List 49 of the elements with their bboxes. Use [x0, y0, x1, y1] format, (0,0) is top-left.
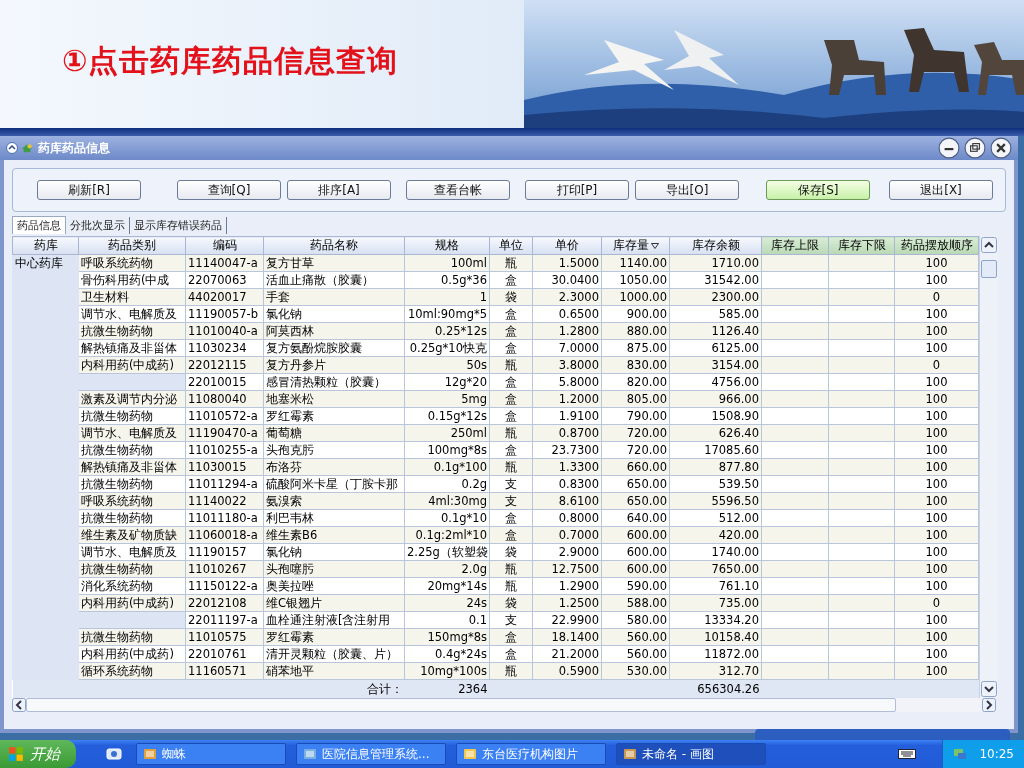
- scroll-up-icon[interactable]: [981, 237, 997, 253]
- scroll-left-icon[interactable]: [12, 698, 26, 712]
- window-icon: [303, 747, 317, 761]
- toolbar-button[interactable]: 保存[S]: [766, 180, 870, 200]
- taskbar-button[interactable]: 医院信息管理系统...: [296, 743, 446, 765]
- window-title: 药库药品信息: [38, 139, 110, 157]
- window-icon: [463, 747, 477, 761]
- column-header[interactable]: 库存下限: [828, 236, 895, 255]
- taskbar-button[interactable]: 蜘蛛: [136, 743, 286, 765]
- close-button[interactable]: [990, 137, 1012, 159]
- scroll-right-icon[interactable]: [982, 698, 996, 712]
- window-icon: [623, 747, 637, 761]
- minimize-button[interactable]: [938, 137, 960, 159]
- column-header[interactable]: 单价: [532, 236, 602, 255]
- column-header[interactable]: 库存上限: [761, 236, 829, 255]
- column-header[interactable]: 规格: [404, 236, 490, 255]
- toolbar-button[interactable]: 刷新[R]: [37, 180, 141, 200]
- column-header[interactable]: 药库: [12, 236, 79, 255]
- toolbar-button[interactable]: 查询[Q]: [177, 180, 281, 200]
- scroll-thumb[interactable]: [981, 260, 997, 278]
- toolbar-button[interactable]: 打印[P]: [525, 180, 629, 200]
- taskbar-button[interactable]: 东台医疗机构图片: [456, 743, 606, 765]
- toolbar-button[interactable]: 退出[X]: [889, 180, 993, 200]
- column-header[interactable]: 库存量: [601, 236, 670, 255]
- app-icon: [21, 142, 33, 154]
- sort-arrow-icon[interactable]: [650, 243, 659, 249]
- tab[interactable]: 药品信息: [12, 216, 66, 234]
- tab[interactable]: 显示库存错误药品: [130, 217, 227, 234]
- desktop-icon[interactable]: [106, 746, 122, 762]
- flag-icon: [8, 746, 24, 762]
- keyboard-icon[interactable]: [898, 749, 917, 759]
- scroll-down-icon[interactable]: [981, 681, 997, 697]
- column-header[interactable]: 编码: [185, 236, 264, 255]
- column-header[interactable]: 药品名称: [263, 236, 405, 255]
- banner-heading: ①点击药库药品信息查询: [62, 41, 399, 80]
- window-icon: [143, 747, 157, 761]
- toolbar-button[interactable]: 导出[O]: [635, 180, 739, 200]
- column-header[interactable]: 药品类别: [78, 236, 186, 255]
- column-header[interactable]: 单位: [489, 236, 533, 255]
- vertical-scrollbar[interactable]: [979, 236, 998, 698]
- taskbar-button[interactable]: 未命名 - 画图: [616, 743, 766, 765]
- column-header[interactable]: 库存余额: [669, 236, 762, 255]
- restore-button[interactable]: [964, 137, 986, 159]
- toolbar-button[interactable]: 查看台帐: [406, 180, 510, 200]
- tab[interactable]: 分批次显示: [66, 217, 130, 234]
- clock: 10:25: [979, 747, 1014, 761]
- toolbar-button[interactable]: 排序[A]: [287, 180, 391, 200]
- column-header[interactable]: 药品摆放顺序: [894, 236, 979, 255]
- collapse-icon[interactable]: [6, 142, 18, 154]
